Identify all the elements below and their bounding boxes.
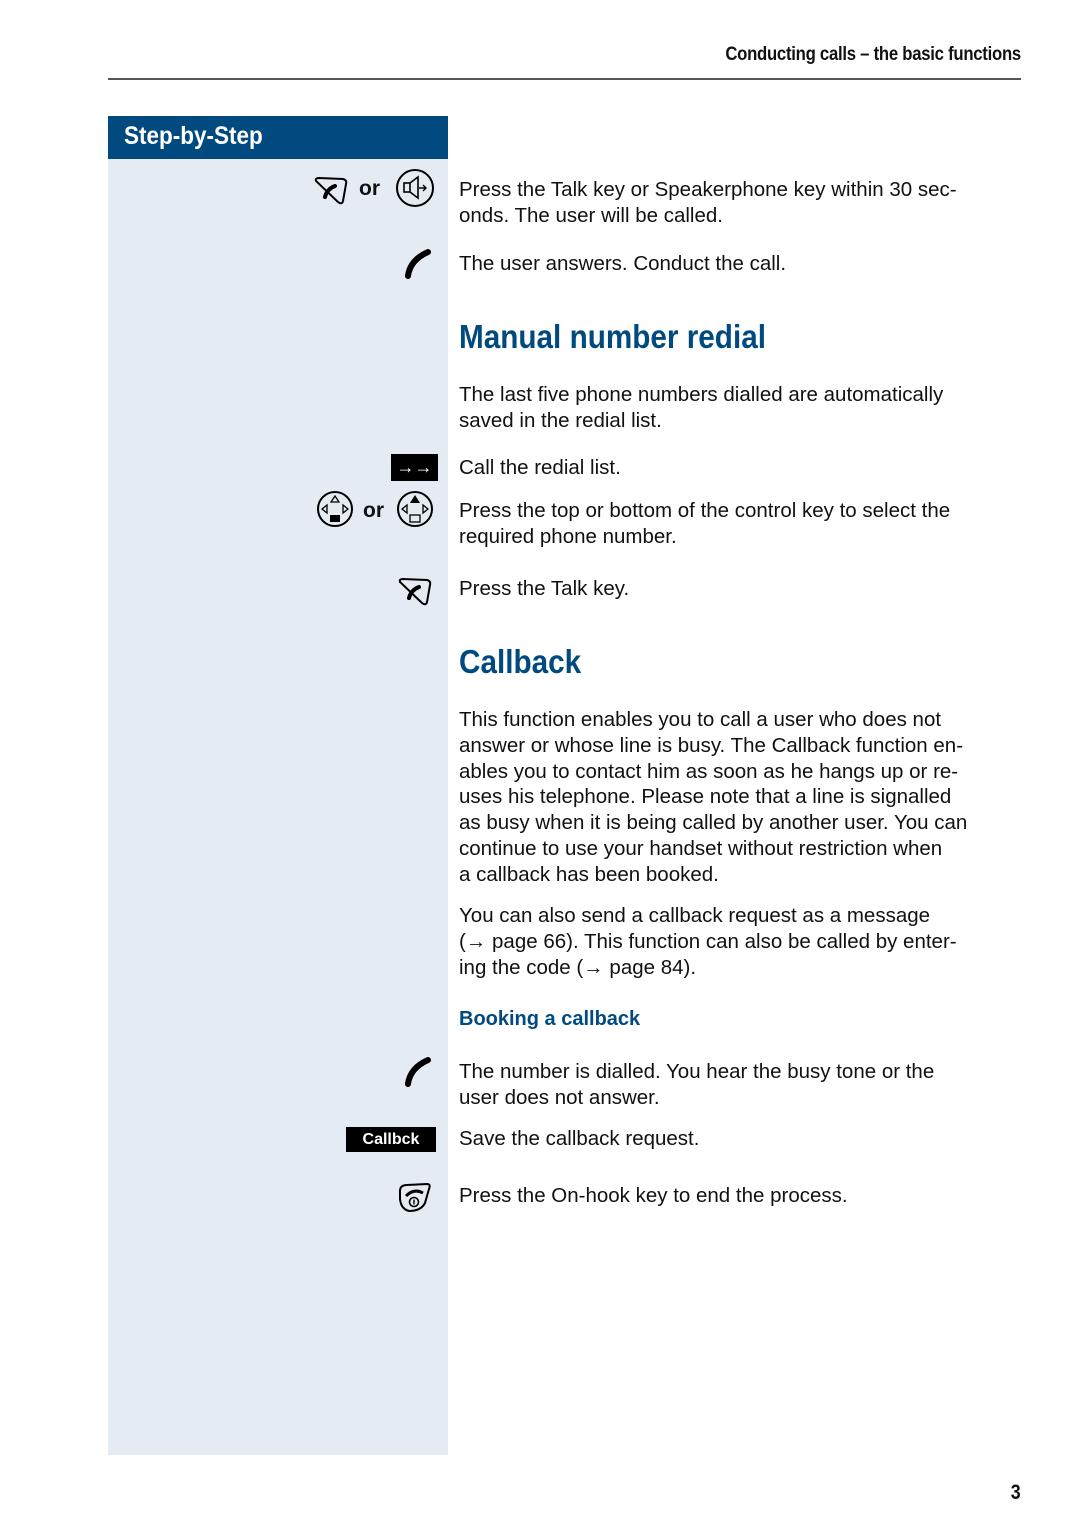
text-line: ables you to contact him as soon as he h… <box>459 759 959 783</box>
text-line: Press the top or bottom of the control k… <box>459 499 951 522</box>
text-line: You can also send a callback request as … <box>459 904 931 927</box>
or-label: or <box>359 177 380 200</box>
step-by-step-sidebar: Step-by-Step <box>108 116 448 1455</box>
text-line: uses his telephone. Please note that a l… <box>459 785 952 809</box>
control-key-bottom-icon <box>317 491 353 527</box>
step-press-talk: Press the Talk key. <box>459 577 630 600</box>
page-reference-link[interactable]: ing the code (→ page 84). <box>459 955 1029 981</box>
manual-redial-intro: The last five phone numbers dialled are … <box>459 382 1029 434</box>
section-heading-manual-redial: Manual number redial <box>459 318 766 355</box>
text-line: answer or whose line is busy. The Callba… <box>459 733 964 757</box>
callback-description: This function enables you to call a user… <box>459 707 1029 888</box>
or-label: or <box>363 499 384 522</box>
text-line: a callback has been booked. <box>459 862 719 886</box>
text-line: The number is dialled. You hear the busy… <box>459 1060 935 1083</box>
text-line: user does not answer. <box>459 1085 660 1109</box>
control-key-top-icon <box>397 491 433 527</box>
sidebar-title: Step-by-Step <box>124 122 263 150</box>
speakerphone-key-icon <box>396 169 434 207</box>
redial-key: →→ <box>391 454 438 481</box>
page-number: 3 <box>1011 1481 1021 1504</box>
text-line: Press the Talk key or Speakerphone key w… <box>459 178 957 201</box>
step-select-number: Press the top or bottom of the control k… <box>459 498 1029 550</box>
running-header-title: Conducting calls – the basic functions <box>725 44 1021 65</box>
handset-icon <box>405 1057 431 1087</box>
header-divider <box>108 78 1021 80</box>
talk-key-icon <box>314 176 348 205</box>
callback-cross-reference: You can also send a callback request as … <box>459 903 1029 980</box>
sidebar-header: Step-by-Step <box>108 116 448 159</box>
intro-step-user-answers: The user answers. Conduct the call. <box>459 252 787 275</box>
section-heading-callback: Callback <box>459 643 582 680</box>
text-line: required phone number. <box>459 524 677 548</box>
step-number-dialled: The number is dialled. You hear the busy… <box>459 1059 1029 1111</box>
on-hook-key-icon <box>399 1182 431 1213</box>
step-press-on-hook: Press the On-hook key to end the process… <box>459 1184 848 1207</box>
talk-key-icon <box>398 577 432 606</box>
text-line: as busy when it is being called by anoth… <box>459 811 968 835</box>
page-reference-link[interactable]: (→ page 66). This function can also be c… <box>459 929 1029 955</box>
intro-step-talk-or-speaker: Press the Talk key or Speakerphone key w… <box>459 177 1029 229</box>
handset-icon <box>405 249 431 279</box>
text-line: onds. The user will be called. <box>459 203 723 227</box>
subheading-booking-callback: Booking a callback <box>459 1008 641 1030</box>
step-save-callback: Save the callback request. <box>459 1127 700 1150</box>
text-line: This function enables you to call a user… <box>459 708 942 731</box>
callback-softkey: Callbck <box>346 1127 436 1152</box>
text-line: The last five phone numbers dialled are … <box>459 383 944 406</box>
text-line: saved in the redial list. <box>459 408 662 432</box>
step-call-redial-list: Call the redial list. <box>459 456 621 479</box>
text-line: continue to use your handset without res… <box>459 836 943 860</box>
